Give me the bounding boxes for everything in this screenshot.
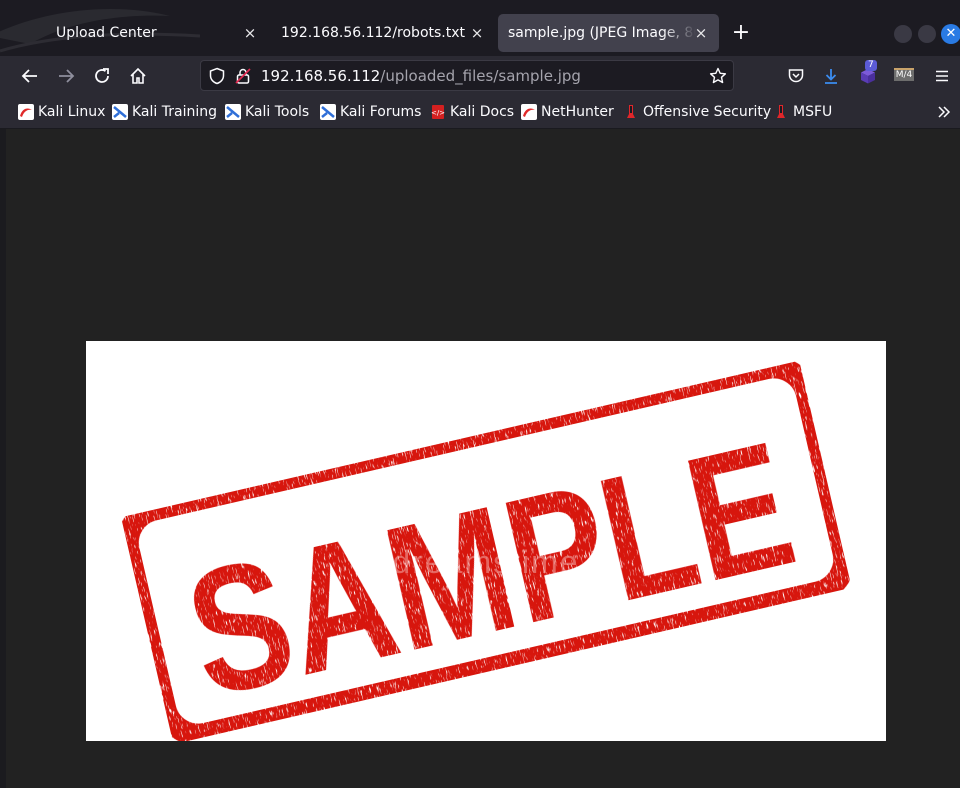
offsec-icon — [627, 105, 635, 118]
tab-counter-label: M/4 — [893, 67, 915, 81]
bookmarks-toolbar: Kali Linux Kali Training Kali Tools Kali… — [0, 96, 960, 129]
kali-training-icon — [112, 104, 128, 120]
browser-window: Upload Center × 192.168.56.112/robots.tx… — [0, 0, 960, 788]
home-icon — [130, 67, 146, 84]
downloads-button[interactable] — [819, 64, 843, 88]
bookmark-kali-tools[interactable]: Kali Tools — [225, 102, 309, 122]
close-tab-icon[interactable]: × — [467, 23, 487, 43]
address-bar[interactable]: 192.168.56.112/uploaded_files/sample.jpg — [200, 60, 734, 91]
close-tab-icon[interactable]: × — [240, 23, 260, 43]
bookmark-offensive-security[interactable]: Offensive Security — [623, 102, 771, 122]
bookmark-star-icon[interactable] — [709, 67, 727, 85]
tab-robots-txt[interactable]: 192.168.56.112/robots.txt × — [271, 14, 497, 52]
extension-badge: 7 — [865, 60, 877, 71]
tab-bar: Upload Center × 192.168.56.112/robots.tx… — [0, 0, 960, 56]
bookmark-kali-linux[interactable]: Kali Linux — [18, 102, 105, 122]
tab-upload-center[interactable]: Upload Center × — [46, 14, 270, 52]
new-tab-button[interactable]: + — [729, 22, 753, 46]
bookmark-msfu[interactable]: MSFU — [773, 102, 832, 122]
sample-stamp-graphic: SAMPLE dreamstime — [116, 356, 856, 741]
bookmark-nethunter[interactable]: NetHunter — [521, 102, 614, 122]
url-path: /uploaded_files/sample.jpg — [380, 67, 581, 85]
bookmark-label: Kali Docs — [450, 104, 515, 120]
insecure-lock-icon[interactable] — [234, 67, 252, 85]
offsec-icon — [777, 105, 785, 118]
bookmark-label: Kali Training — [132, 104, 217, 120]
forward-arrow-icon — [59, 69, 75, 83]
tab-counter-extension[interactable]: M/4 — [892, 64, 916, 88]
close-tab-icon[interactable]: × — [691, 23, 711, 43]
maximize-button[interactable] — [918, 25, 936, 43]
displayed-image[interactable]: SAMPLE dreamstime — [86, 341, 886, 741]
kali-dragon-icon — [521, 104, 537, 120]
bookmark-kali-docs[interactable]: </> Kali Docs — [430, 102, 514, 122]
minimize-button[interactable] — [894, 25, 912, 43]
forward-button[interactable] — [54, 64, 78, 88]
pocket-icon — [788, 69, 804, 83]
app-menu-button[interactable] — [930, 64, 954, 88]
url-text[interactable]: 192.168.56.112/uploaded_files/sample.jpg — [261, 67, 581, 85]
window-close-button[interactable]: ✕ — [941, 24, 960, 44]
window-edge — [0, 129, 6, 788]
back-arrow-icon — [21, 69, 37, 83]
reload-icon — [95, 68, 109, 83]
bookmark-label: NetHunter — [541, 104, 614, 120]
reload-button[interactable] — [90, 64, 114, 88]
kali-forums-icon — [320, 104, 336, 120]
watermark-text: dreamstime — [392, 544, 579, 580]
bookmark-label: Kali Tools — [245, 104, 310, 120]
tab-label: sample.jpg (JPEG Image, 800 — [508, 25, 696, 41]
kali-tools-icon — [225, 104, 241, 120]
bookmark-kali-training[interactable]: Kali Training — [112, 102, 217, 122]
svg-text:</>: </> — [431, 109, 445, 117]
chevron-double-right-icon — [938, 106, 951, 118]
navigation-toolbar: 192.168.56.112/uploaded_files/sample.jpg — [0, 56, 960, 96]
pocket-button[interactable] — [784, 64, 808, 88]
bookmark-label: MSFU — [793, 104, 833, 120]
bookmark-kali-forums[interactable]: Kali Forums — [320, 102, 421, 122]
hamburger-menu-icon — [936, 70, 948, 82]
extension-button[interactable]: 7 — [856, 60, 880, 88]
tab-label: Upload Center — [56, 25, 157, 41]
bookmark-label: Kali Forums — [340, 104, 422, 120]
url-host: 192.168.56.112 — [261, 67, 381, 85]
tab-sample-jpg[interactable]: sample.jpg (JPEG Image, 800 × — [498, 14, 719, 52]
kali-docs-icon: </> — [431, 105, 445, 119]
bookmark-label: Kali Linux — [38, 104, 106, 120]
shield-icon[interactable] — [208, 67, 226, 85]
bookmarks-overflow-button[interactable] — [936, 102, 952, 122]
bookmark-label: Offensive Security — [643, 104, 772, 120]
back-button[interactable] — [18, 64, 42, 88]
kali-dragon-icon — [18, 104, 34, 120]
tab-label: 192.168.56.112/robots.txt — [281, 25, 466, 41]
home-button[interactable] — [126, 64, 150, 88]
download-icon — [825, 69, 837, 84]
